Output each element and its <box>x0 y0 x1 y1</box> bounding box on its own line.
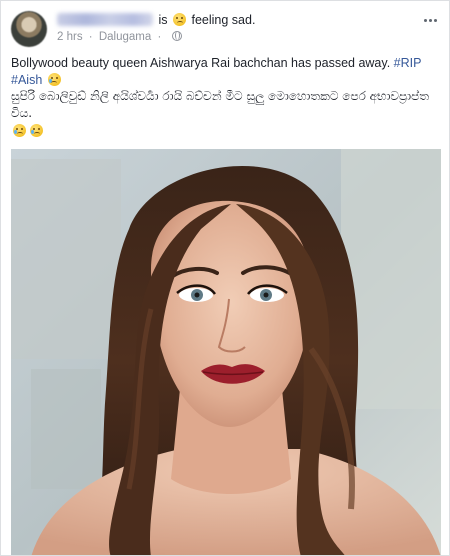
feeling-label: feeling sad. <box>191 13 256 27</box>
post-meta: 2 hrs · Dalugama · <box>57 31 182 43</box>
crying-face-icon <box>30 124 43 137</box>
hashtag-rip[interactable]: #RIP <box>394 56 422 70</box>
post-location[interactable]: Dalugama <box>99 31 151 43</box>
post-text: Bollywood beauty queen Aishwarya Rai bac… <box>11 55 439 140</box>
crying-face-icon <box>13 124 26 137</box>
globe-icon[interactable] <box>171 31 182 41</box>
author-avatar[interactable] <box>11 11 47 47</box>
post-text-sinhala: සුපිරි බොලිවුඩ් නිලි අයිශ්වර්‍යා රායි බච… <box>11 89 429 120</box>
hashtag-aish[interactable]: #Aish <box>11 73 42 87</box>
post-photo[interactable] <box>11 149 441 555</box>
emoji-row <box>11 123 439 140</box>
post-header: is feeling sad. 2 hrs · Dalugama · <box>11 9 439 49</box>
post-text-english: Bollywood beauty queen Aishwarya Rai bac… <box>11 55 439 88</box>
author-action: is <box>158 13 168 27</box>
facebook-post: is feeling sad. 2 hrs · Dalugama · Bolly… <box>0 0 450 556</box>
meta-separator-2: · <box>157 31 162 43</box>
crying-face-icon <box>47 72 61 86</box>
sad-face-icon <box>173 13 186 26</box>
post-timestamp[interactable]: 2 hrs <box>57 31 83 43</box>
author-name-blurred[interactable] <box>57 13 153 26</box>
meta-separator: · <box>88 31 93 43</box>
portrait-illustration <box>11 149 441 555</box>
author-line: is feeling sad. <box>57 12 255 28</box>
more-options-icon[interactable] <box>421 15 439 25</box>
post-text-line1: Bollywood beauty queen Aishwarya Rai bac… <box>11 56 391 70</box>
